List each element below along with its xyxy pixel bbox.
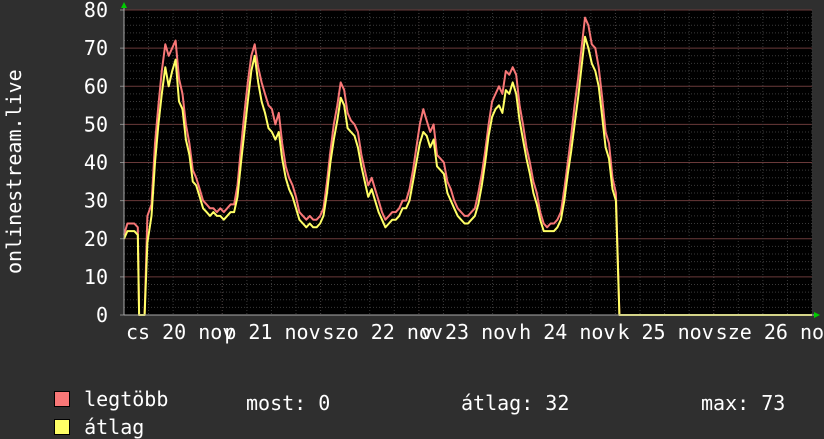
y-tick-label: 50 xyxy=(84,112,108,136)
y-tick-label: 40 xyxy=(84,151,108,175)
x-axis-arrow xyxy=(814,312,820,318)
x-tick-label: v 23 nov xyxy=(421,320,517,344)
y-tick-label: 20 xyxy=(84,227,108,251)
x-tick-label: cs 20 nov xyxy=(126,320,234,344)
x-tick-label: k 25 nov xyxy=(617,320,713,344)
y-tick-label: 80 xyxy=(84,0,108,22)
y-axis-label: onlinestream.live xyxy=(2,69,26,274)
y-tick-label: 30 xyxy=(84,189,108,213)
y-tick-label: 60 xyxy=(84,74,108,98)
y-tick-label: 70 xyxy=(84,36,108,60)
x-tick-label: sze 26 nov xyxy=(716,320,824,344)
stat-atlag: átlag: 32 xyxy=(461,391,570,415)
y-axis-arrow xyxy=(121,2,127,8)
y-ticks: 0 10 20 30 40 50 60 70 80 xyxy=(84,0,124,327)
legend-swatch-atlag xyxy=(54,419,71,435)
legend-item-atlag: átlag xyxy=(30,391,144,439)
x-tick-label: h 24 nov xyxy=(519,320,615,344)
x-tick-label: p 21 nov xyxy=(224,320,320,344)
stat-most: most: 0 xyxy=(246,391,331,415)
stat-max: max: 73 xyxy=(701,391,786,415)
y-tick-label: 0 xyxy=(96,303,108,327)
x-ticks: cs 20 novp 21 nov szo 22 novv 23 nov h 24 … xyxy=(126,320,824,344)
legend-label-atlag: átlag xyxy=(84,415,145,439)
y-tick-label: 10 xyxy=(84,265,108,289)
